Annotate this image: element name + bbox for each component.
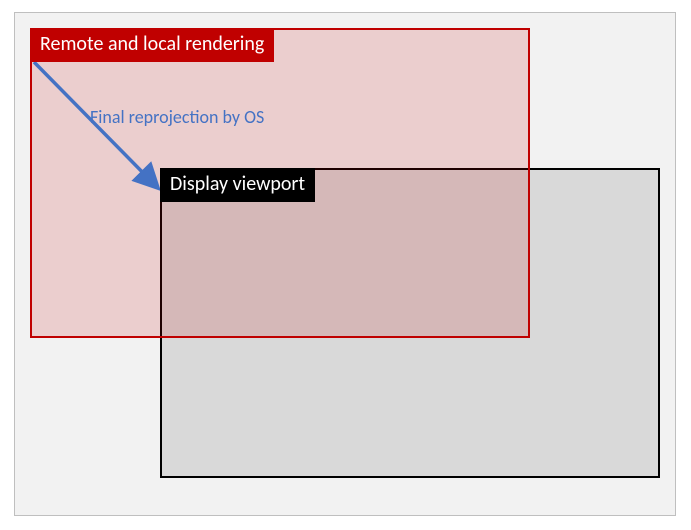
viewport-label: Display viewport xyxy=(160,168,315,202)
arrow-caption: Final reprojection by OS xyxy=(90,106,264,128)
diagram-canvas: Final reprojection by OS Remote and loca… xyxy=(0,0,691,530)
rendering-label: Remote and local rendering xyxy=(30,28,274,62)
